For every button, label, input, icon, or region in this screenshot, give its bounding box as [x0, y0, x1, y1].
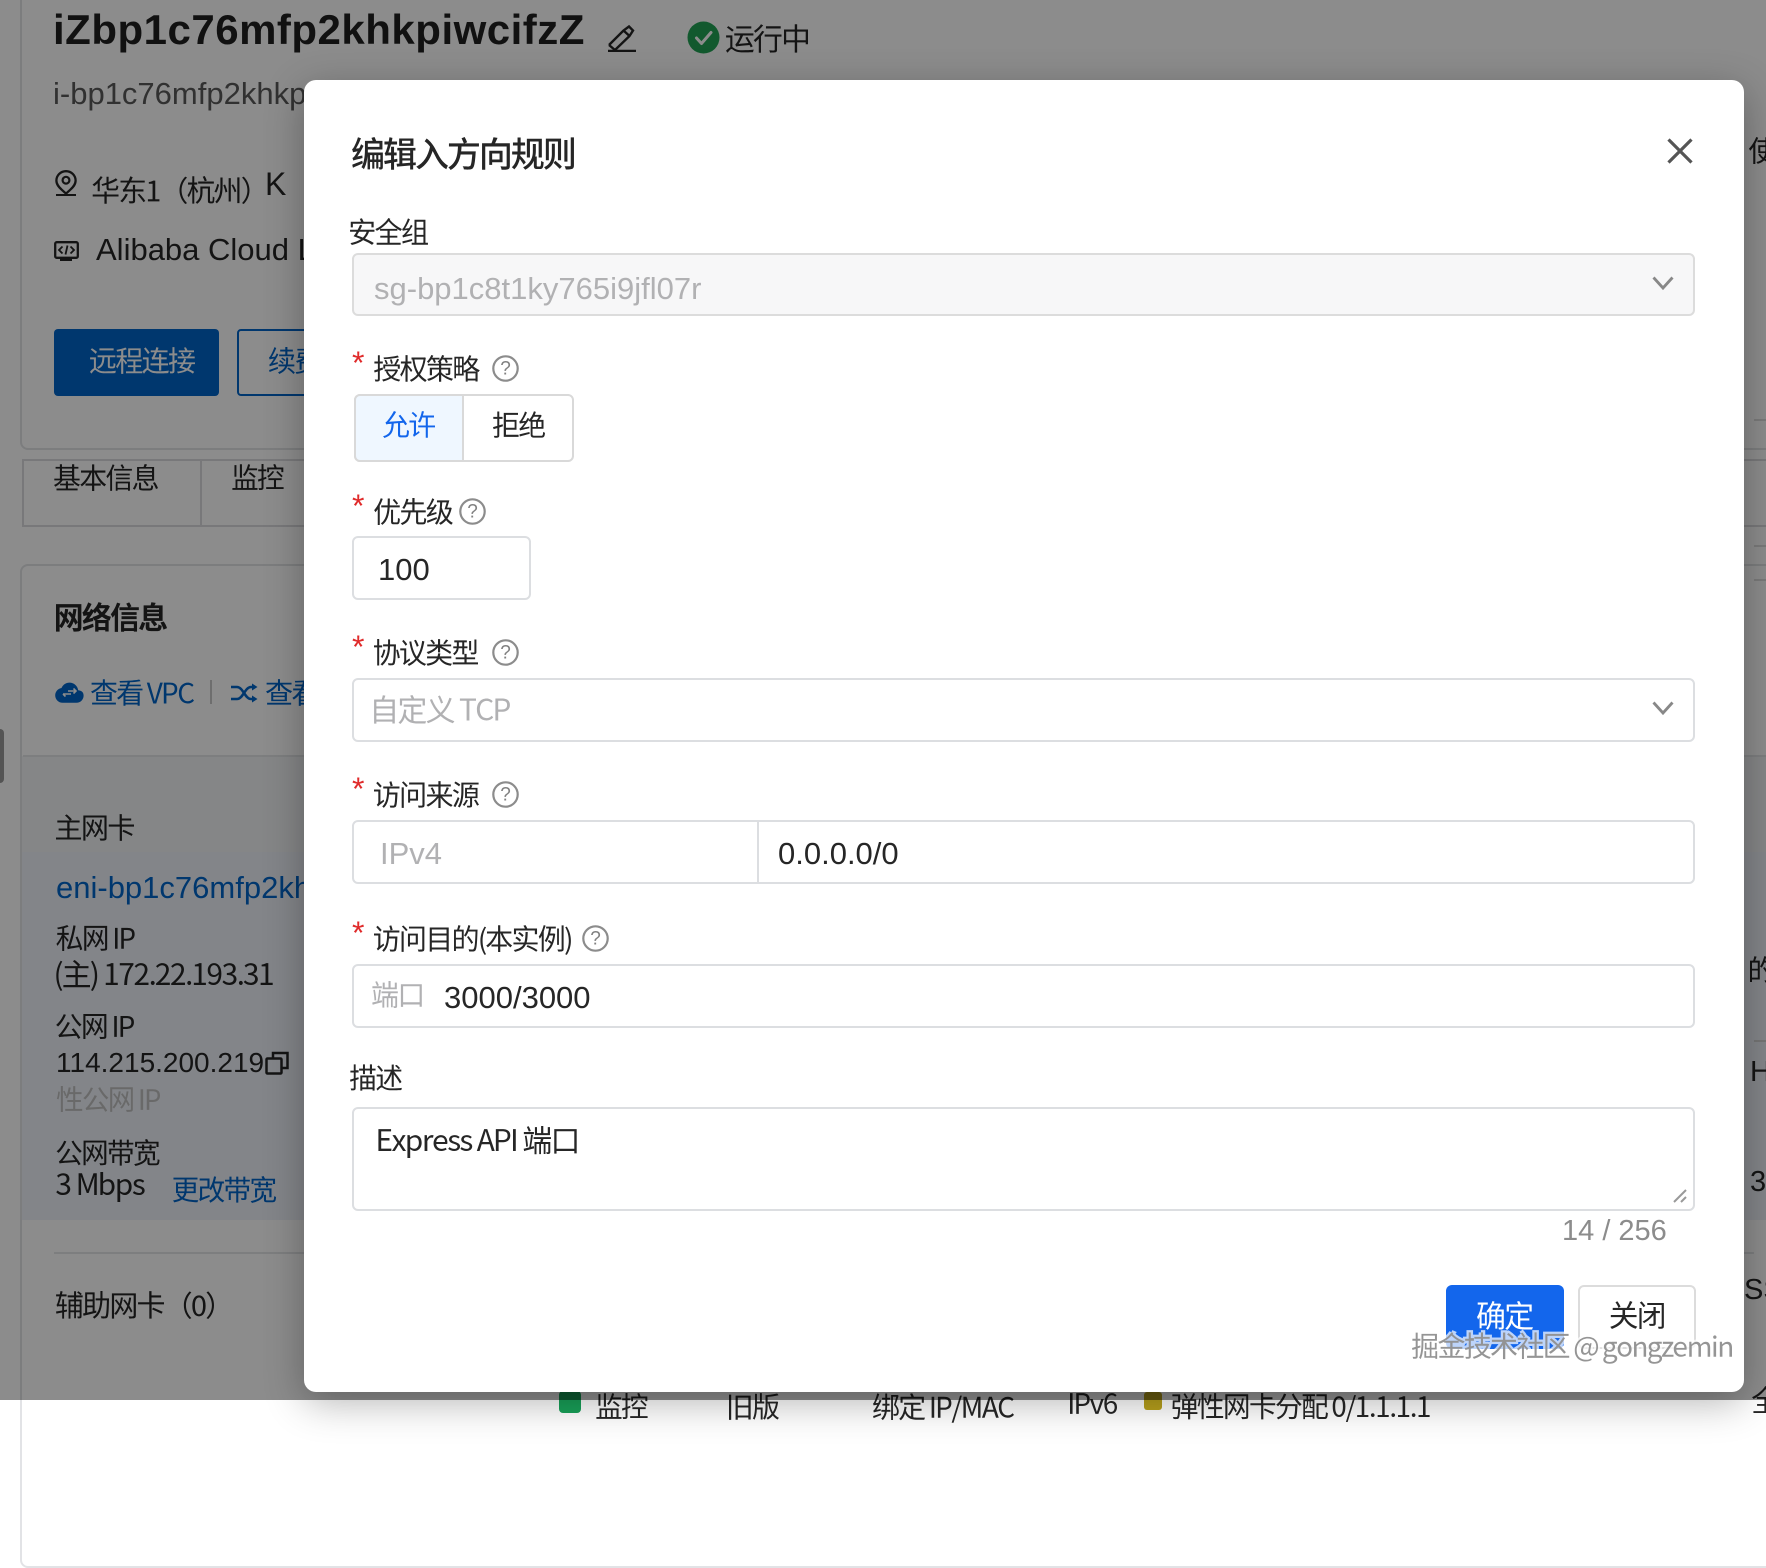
- svg-text:?: ?: [500, 785, 511, 806]
- svg-text:?: ?: [590, 929, 601, 950]
- svg-text:?: ?: [467, 502, 478, 523]
- svg-text:?: ?: [500, 643, 511, 664]
- svg-text:?: ?: [500, 359, 511, 380]
